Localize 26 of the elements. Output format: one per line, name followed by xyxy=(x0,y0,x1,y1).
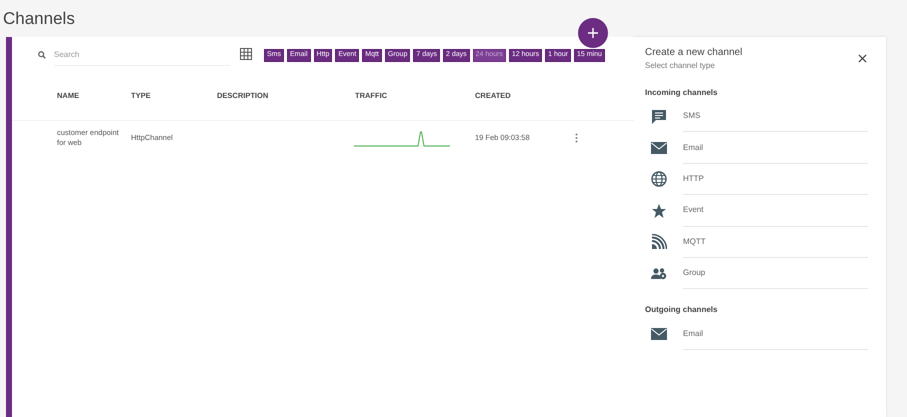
more-icon[interactable] xyxy=(575,133,578,143)
message-icon xyxy=(651,108,667,125)
channel-type-item[interactable]: MQTT xyxy=(683,226,868,258)
search-icon xyxy=(38,51,46,59)
panel-subtitle: Select channel type xyxy=(645,60,716,72)
page-title: Channels xyxy=(3,8,75,30)
section-heading: Incoming channels xyxy=(645,87,718,99)
envelope-icon xyxy=(651,326,667,342)
channel-type-item[interactable]: Email xyxy=(683,132,868,164)
search-field[interactable]: Search xyxy=(54,44,230,66)
add-button[interactable] xyxy=(578,18,608,48)
channel-type-item[interactable]: Email xyxy=(683,318,868,350)
panel-title: Create a new channel xyxy=(645,46,742,60)
globe-icon xyxy=(651,171,667,188)
grid-icon[interactable] xyxy=(240,48,252,60)
plus-icon xyxy=(588,28,598,38)
close-icon[interactable] xyxy=(858,54,867,63)
channel-type-item[interactable]: HTTP xyxy=(683,164,868,196)
star-icon xyxy=(651,202,667,219)
people-icon xyxy=(651,266,667,282)
section-heading: Outgoing channels xyxy=(645,304,718,316)
rss-icon xyxy=(651,234,667,250)
channel-type-item[interactable]: SMS xyxy=(683,101,868,132)
channel-type-item[interactable]: Event xyxy=(683,195,868,227)
channel-type-item[interactable]: Group xyxy=(683,258,868,290)
envelope-icon xyxy=(651,140,667,156)
